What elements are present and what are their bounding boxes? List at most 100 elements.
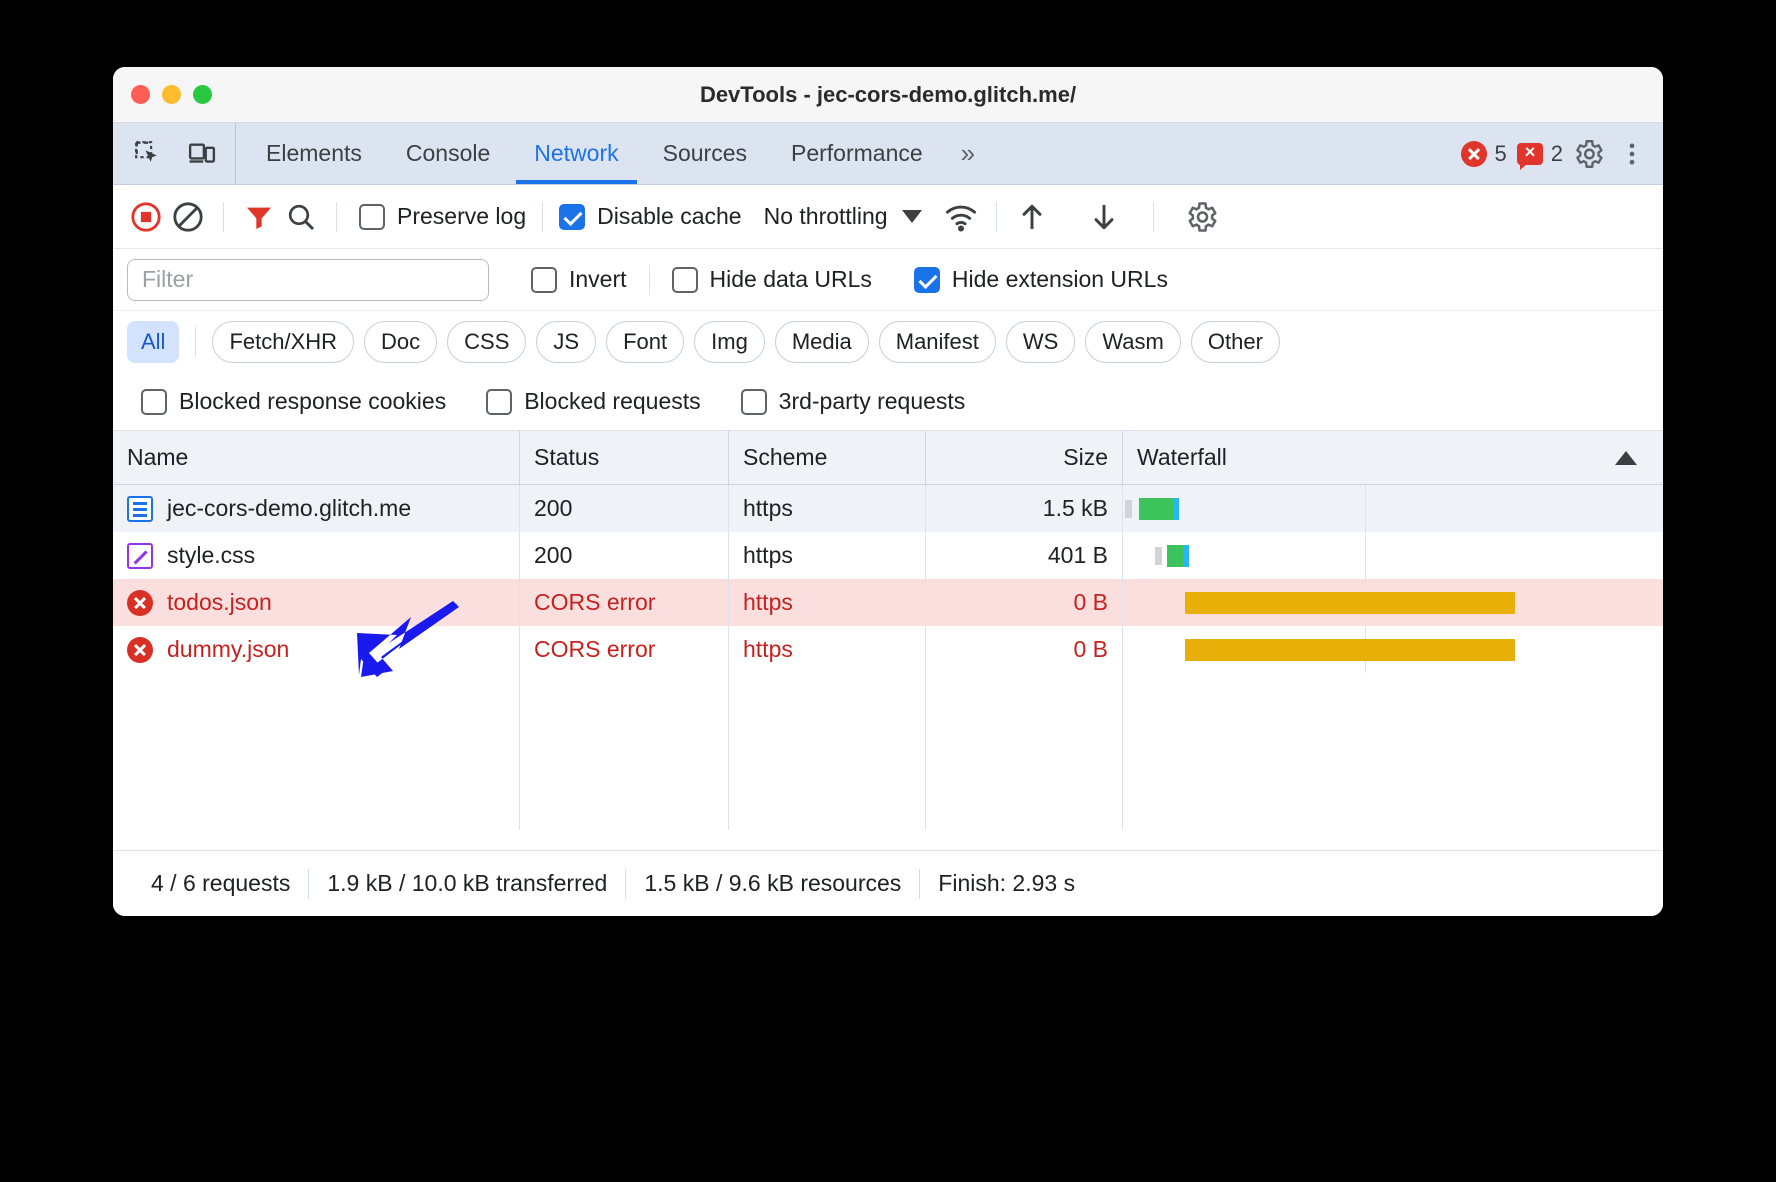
throttling-label: No throttling bbox=[763, 203, 888, 229]
import-har-icon[interactable] bbox=[1013, 198, 1051, 236]
preserve-log-label: Preserve log bbox=[397, 203, 527, 229]
chevron-down-icon bbox=[901, 210, 922, 223]
blocked-requests-box bbox=[486, 388, 513, 415]
third-party-requests-label: 3rd-party requests bbox=[778, 388, 966, 414]
warning-count-badge[interactable]: 2 bbox=[1516, 140, 1563, 170]
cell-name: dummy.json bbox=[113, 626, 520, 673]
invert-box bbox=[531, 266, 557, 293]
table-body: jec-cors-demo.glitch.me 200 https 1.5 kB bbox=[113, 485, 1663, 830]
blocked-response-cookies-checkbox[interactable]: Blocked response cookies bbox=[141, 388, 446, 415]
column-header-scheme[interactable]: Scheme bbox=[729, 431, 926, 484]
console-message-icon bbox=[1516, 142, 1543, 170]
table-row[interactable]: dummy.json CORS error https 0 B bbox=[113, 626, 1663, 673]
disable-cache-checkbox[interactable]: Disable cache bbox=[559, 203, 742, 230]
blocked-filter-row: Blocked response cookies Blocked request… bbox=[113, 373, 1663, 431]
warning-count-label: 2 bbox=[1550, 140, 1563, 166]
hide-data-urls-checkbox[interactable]: Hide data URLs bbox=[671, 266, 872, 293]
resources-size: 1.5 kB / 9.6 kB resources bbox=[644, 870, 902, 896]
waterfall-bar bbox=[1155, 544, 1189, 567]
tab-bar-tools bbox=[113, 123, 236, 184]
more-tabs-icon[interactable]: » bbox=[945, 123, 991, 184]
pill-fetch-xhr[interactable]: Fetch/XHR bbox=[212, 321, 355, 363]
disable-cache-label: Disable cache bbox=[597, 203, 742, 229]
cell-scheme: https bbox=[729, 532, 926, 579]
more-options-icon[interactable] bbox=[1613, 135, 1651, 173]
network-toolbar: Preserve log Disable cache No throttling bbox=[113, 185, 1663, 249]
pill-js[interactable]: JS bbox=[536, 321, 597, 363]
cell-status: CORS error bbox=[520, 579, 729, 626]
preserve-log-box bbox=[359, 203, 385, 230]
issue-badges: 5 2 bbox=[1455, 123, 1570, 184]
cell-scheme: https bbox=[729, 485, 926, 532]
pill-doc[interactable]: Doc bbox=[364, 321, 438, 363]
waterfall-gridlines bbox=[1123, 532, 1663, 579]
window-title: DevTools - jec-cors-demo.glitch.me/ bbox=[699, 81, 1077, 107]
tab-sources-label: Sources bbox=[662, 140, 747, 166]
throttling-dropdown[interactable]: No throttling bbox=[764, 203, 922, 230]
record-button[interactable] bbox=[127, 198, 165, 236]
tab-console[interactable]: Console bbox=[384, 123, 512, 184]
pill-css[interactable]: CSS bbox=[447, 321, 527, 363]
search-icon[interactable] bbox=[282, 198, 320, 236]
column-header-size[interactable]: Size bbox=[926, 431, 1123, 484]
sort-ascending-icon bbox=[1615, 450, 1637, 465]
tab-network[interactable]: Network bbox=[512, 123, 640, 184]
column-header-name[interactable]: Name bbox=[113, 431, 520, 484]
disable-cache-box bbox=[559, 203, 586, 230]
third-party-requests-checkbox[interactable]: 3rd-party requests bbox=[740, 388, 966, 415]
column-header-status[interactable]: Status bbox=[520, 431, 729, 484]
preserve-log-checkbox[interactable]: Preserve log bbox=[359, 203, 526, 230]
pill-ws[interactable]: WS bbox=[1005, 321, 1076, 363]
export-har-icon[interactable] bbox=[1085, 198, 1123, 236]
device-toolbar-icon[interactable] bbox=[183, 135, 221, 173]
devtools-tab-bar: Elements Console Network Sources Perform… bbox=[113, 123, 1663, 185]
waterfall-bar bbox=[1125, 497, 1179, 520]
clear-button[interactable] bbox=[169, 198, 207, 236]
network-conditions-icon[interactable] bbox=[942, 198, 980, 236]
tab-console-label: Console bbox=[405, 140, 491, 166]
error-count-badge[interactable]: 5 bbox=[1460, 140, 1507, 167]
cell-scheme: https bbox=[729, 579, 926, 626]
cell-size: 401 B bbox=[926, 532, 1123, 579]
filter-icon[interactable] bbox=[240, 198, 278, 236]
cell-name: style.css bbox=[113, 532, 520, 579]
tab-elements-label: Elements bbox=[266, 140, 362, 166]
pill-other[interactable]: Other bbox=[1190, 321, 1280, 363]
filter-divider bbox=[648, 264, 650, 295]
tab-sources[interactable]: Sources bbox=[641, 123, 769, 184]
cell-waterfall bbox=[1123, 626, 1663, 673]
error-icon bbox=[1460, 140, 1487, 167]
blocked-requests-label: Blocked requests bbox=[524, 388, 701, 414]
tab-elements[interactable]: Elements bbox=[244, 123, 384, 184]
pill-all[interactable]: All bbox=[127, 321, 180, 363]
column-header-waterfall[interactable]: Waterfall bbox=[1123, 431, 1663, 484]
filter-input[interactable] bbox=[127, 258, 489, 301]
hide-extension-urls-checkbox[interactable]: Hide extension URLs bbox=[913, 266, 1168, 293]
cell-name: todos.json bbox=[113, 579, 520, 626]
finish-time: Finish: 2.93 s bbox=[938, 870, 1076, 896]
tab-performance[interactable]: Performance bbox=[769, 123, 945, 184]
pill-media[interactable]: Media bbox=[774, 321, 869, 363]
pill-img[interactable]: Img bbox=[694, 321, 765, 363]
waterfall-gridlines bbox=[1123, 485, 1663, 532]
toolbar-divider-5 bbox=[1152, 201, 1154, 232]
gear-icon[interactable] bbox=[1569, 135, 1607, 173]
pill-wasm[interactable]: Wasm bbox=[1085, 321, 1181, 363]
tab-bar-right-tools bbox=[1569, 123, 1663, 184]
invert-checkbox[interactable]: Invert bbox=[531, 266, 627, 293]
panel-tabs: Elements Console Network Sources Perform… bbox=[236, 123, 1455, 184]
blocked-requests-checkbox[interactable]: Blocked requests bbox=[486, 388, 701, 415]
table-row[interactable]: style.css 200 https 401 B bbox=[113, 532, 1663, 579]
network-settings-gear-icon[interactable] bbox=[1182, 198, 1220, 236]
error-count-label: 5 bbox=[1494, 140, 1507, 166]
table-row[interactable]: jec-cors-demo.glitch.me 200 https 1.5 kB bbox=[113, 485, 1663, 532]
toolbar-divider bbox=[223, 201, 224, 232]
pill-font[interactable]: Font bbox=[606, 321, 685, 363]
inspect-element-icon[interactable] bbox=[129, 135, 167, 173]
request-name: jec-cors-demo.glitch.me bbox=[167, 495, 412, 521]
table-row[interactable]: todos.json CORS error https 0 B bbox=[113, 579, 1663, 626]
cell-waterfall bbox=[1123, 532, 1663, 579]
pill-manifest[interactable]: Manifest bbox=[878, 321, 996, 363]
hide-extension-urls-label: Hide extension URLs bbox=[951, 266, 1168, 292]
invert-label: Invert bbox=[569, 266, 627, 292]
